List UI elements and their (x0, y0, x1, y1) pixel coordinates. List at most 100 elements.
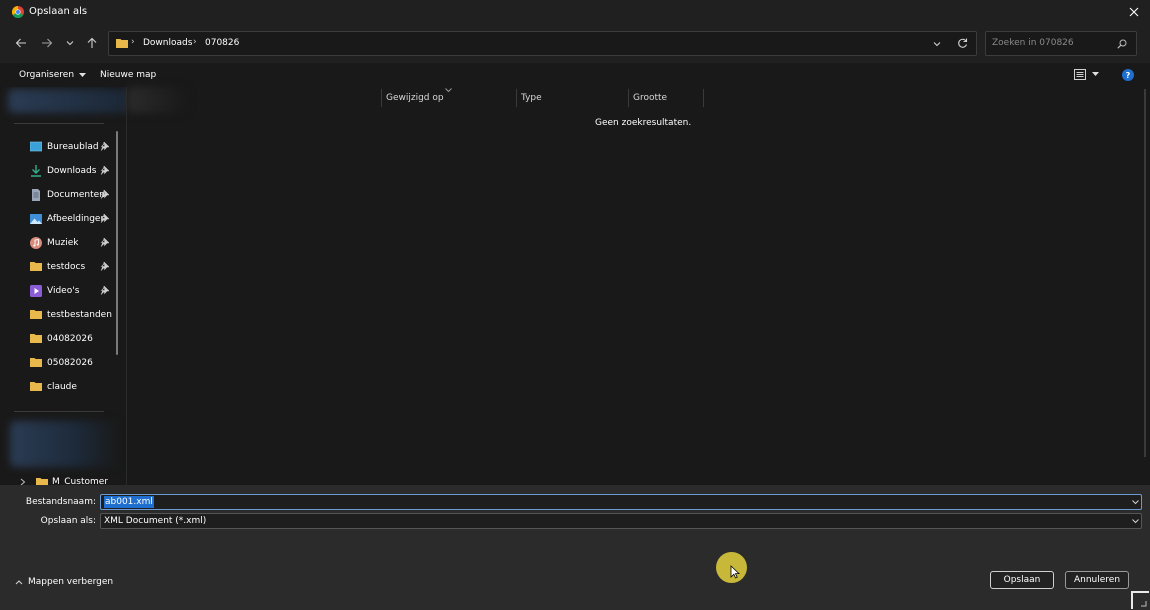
sidebar-item-label: Documenten (47, 190, 105, 200)
filename-value: ab001.xml (104, 496, 154, 508)
new-folder-button[interactable]: Nieuwe map (100, 70, 156, 80)
address-bar[interactable]: › Downloads › 070826 (108, 31, 977, 56)
resize-grip-icon[interactable] (1131, 591, 1150, 610)
chrome-icon (12, 6, 24, 18)
view-options-button[interactable] (1074, 69, 1099, 80)
desktop-icon (30, 141, 42, 153)
download-icon (30, 165, 42, 177)
filename-field[interactable]: ab001.xml (100, 494, 1142, 510)
sidebar-item-04082026[interactable]: 04082026 (30, 330, 114, 348)
sidebar-item-label: 04082026 (47, 334, 93, 344)
empty-message: Geen zoekresultaten. (595, 118, 692, 128)
column-header-modified[interactable]: Gewijzigd op (386, 89, 444, 107)
sidebar-item-testbestanden[interactable]: testbestanden (30, 306, 114, 324)
folder-icon (30, 261, 42, 273)
arrow-up-icon (86, 37, 98, 49)
pin-icon (100, 238, 109, 247)
breadcrumb-separator-icon: › (131, 37, 135, 47)
folder-icon (36, 477, 48, 485)
svg-text:?: ? (1126, 71, 1131, 80)
sidebar-item-documenten[interactable]: Documenten (30, 186, 114, 204)
pin-icon (100, 166, 109, 175)
filename-label: Bestandsnaam: (25, 497, 96, 507)
sidebar-item-label: Afbeeldingen (47, 214, 107, 224)
organize-button[interactable]: Organiseren (19, 70, 87, 80)
column-divider (381, 89, 382, 107)
arrow-left-icon (15, 37, 27, 49)
sidebar-item-label: claude (47, 382, 77, 392)
sidebar-scrollbar[interactable] (116, 131, 118, 355)
help-button[interactable]: ? (1122, 69, 1134, 81)
column-divider (628, 89, 629, 107)
sidebar-item-videos[interactable]: Video's (30, 282, 114, 300)
column-header-type[interactable]: Type (521, 89, 542, 107)
forward-button[interactable] (38, 34, 56, 52)
refresh-button[interactable] (957, 38, 968, 49)
column-header-size[interactable]: Grootte (633, 89, 667, 107)
list-scrollbar[interactable] (1144, 89, 1146, 457)
pin-icon (100, 190, 109, 199)
save-button[interactable]: Opslaan (990, 571, 1054, 589)
hide-folders-button[interactable]: Mappen verbergen (15, 577, 113, 587)
breadcrumb-downloads[interactable]: Downloads (143, 38, 192, 48)
folder-icon (30, 333, 42, 345)
window-title: Opslaan als (29, 6, 88, 17)
sidebar-item-testdocs[interactable]: testdocs (30, 258, 114, 276)
chevron-right-icon (20, 478, 26, 485)
caret-down-icon (79, 72, 87, 78)
save-as-type-select[interactable]: XML Document (*.xml) (100, 513, 1142, 529)
music-icon (30, 237, 42, 249)
close-button[interactable] (1122, 3, 1146, 21)
recent-locations-button[interactable] (61, 34, 79, 52)
sidebar-item-claude[interactable]: claude (30, 378, 114, 396)
sidebar-item-label: Muziek (47, 238, 79, 248)
sidebar-item-05082026[interactable]: 05082026 (30, 354, 114, 372)
sidebar-item-label: testbestanden (47, 310, 112, 320)
sidebar-item-label: Downloads (47, 166, 97, 176)
folder-icon (116, 38, 128, 48)
help-icon: ? (1122, 69, 1134, 81)
hide-folders-label: Mappen verbergen (28, 577, 114, 587)
column-divider (516, 89, 517, 107)
list-view-icon (1074, 69, 1086, 80)
pin-icon (100, 214, 109, 223)
pin-icon (100, 142, 109, 151)
title-bar (0, 0, 1150, 24)
address-dropdown-button[interactable] (932, 39, 942, 49)
folder-icon (30, 309, 42, 321)
navigation-pane[interactable]: Bureaublad Downloads Documenten Afbeeldi… (0, 87, 126, 485)
cancel-button[interactable]: Annuleren (1065, 571, 1129, 589)
chevron-down-icon[interactable] (1131, 498, 1140, 506)
sidebar-item-muziek[interactable]: Muziek (30, 234, 114, 252)
command-bar (0, 63, 1150, 87)
sidebar-item-bureaublad[interactable]: Bureaublad (30, 138, 114, 156)
breadcrumb-separator-icon: › (193, 37, 197, 47)
pin-icon (100, 262, 109, 271)
sidebar-item-label: 05082026 (47, 358, 93, 368)
chevron-down-icon (65, 38, 75, 48)
tree-item-label: M_Customer_ (52, 477, 113, 485)
tree-item-m-customer[interactable]: M_Customer_ (20, 477, 112, 485)
arrow-right-icon (41, 37, 53, 49)
blurred-quick-access (8, 89, 126, 113)
divider (14, 123, 104, 124)
up-button[interactable] (83, 34, 101, 52)
column-divider (703, 89, 704, 107)
close-icon (1129, 7, 1139, 17)
file-list-pane[interactable]: Gewijzigd op Type Grootte Geen zoekresul… (126, 87, 1148, 485)
blurred-drives (10, 421, 120, 467)
divider (14, 411, 104, 412)
save-as-type-label: Opslaan als: (40, 516, 96, 526)
back-button[interactable] (12, 34, 30, 52)
organize-label: Organiseren (19, 70, 75, 80)
pin-icon (100, 286, 109, 295)
save-as-type-value: XML Document (*.xml) (104, 516, 207, 526)
sort-caret-icon (445, 88, 452, 92)
sidebar-item-downloads[interactable]: Downloads (30, 162, 114, 180)
blurred-name-column (127, 87, 187, 113)
sidebar-item-afbeeldingen[interactable]: Afbeeldingen (30, 210, 114, 228)
breadcrumb-current-folder[interactable]: 070826 (205, 38, 239, 48)
search-box[interactable]: Zoeken in 070826 (985, 31, 1137, 56)
mouse-pointer-icon (730, 565, 740, 579)
chevron-up-icon (15, 579, 23, 585)
